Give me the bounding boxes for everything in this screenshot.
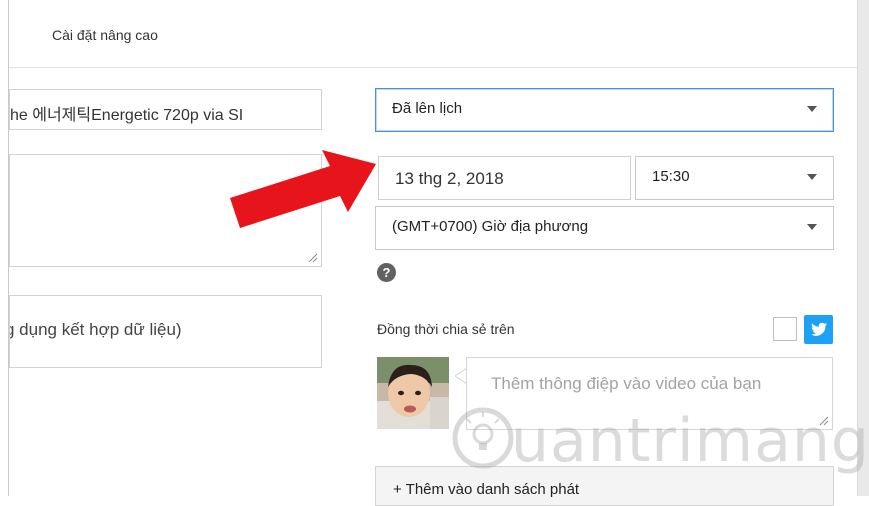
help-icon[interactable]: ? (377, 263, 396, 282)
chevron-down-icon (807, 174, 817, 180)
tab-advanced-settings[interactable]: Cài đặt nâng cao (52, 27, 158, 43)
visibility-select[interactable]: Đã lên lịch (375, 88, 834, 132)
title-input[interactable]: he 에너제틱Energetic 720p via SI (9, 89, 322, 130)
timezone-value: (GMT+0700) Giờ địa phương (392, 218, 589, 235)
chevron-down-icon (807, 106, 817, 112)
tags-input-placeholder: g dụng kết hợp dữ liệu) (9, 320, 182, 339)
tab-bar: Cài đặt nâng cao (9, 0, 857, 68)
schedule-time-select[interactable]: 15:30 (635, 156, 834, 200)
twitter-icon (804, 315, 833, 344)
share-message-textarea[interactable]: Thêm thông điệp vào video của bạn (466, 357, 833, 430)
visibility-select-value: Đã lên lịch (392, 100, 463, 117)
add-to-playlist-button[interactable]: + Thêm vào danh sách phát (375, 466, 834, 506)
share-message-placeholder: Thêm thông điệp vào video của bạn (491, 374, 762, 393)
resize-grip-icon[interactable] (308, 253, 318, 263)
title-input-value: he 에너제틱Energetic 720p via SI (10, 107, 244, 124)
share-twitter-checkbox[interactable] (773, 317, 797, 341)
schedule-date-input[interactable]: 13 thg 2, 2018 (378, 156, 631, 200)
schedule-date-value: 13 thg 2, 2018 (395, 169, 504, 188)
chevron-down-icon (807, 224, 817, 230)
red-arrow-icon (230, 150, 376, 228)
schedule-time-value: 15:30 (652, 168, 690, 185)
share-also-label: Đồng thời chia sẻ trên (377, 321, 515, 337)
video-thumbnail (377, 357, 449, 429)
tags-input[interactable]: g dụng kết hợp dữ liệu) (9, 295, 322, 368)
timezone-select[interactable]: (GMT+0700) Giờ địa phương (375, 206, 834, 250)
add-to-playlist-label: + Thêm vào danh sách phát (393, 481, 580, 498)
scrollbar-track[interactable] (857, 0, 869, 496)
resize-grip-icon[interactable] (819, 416, 829, 426)
